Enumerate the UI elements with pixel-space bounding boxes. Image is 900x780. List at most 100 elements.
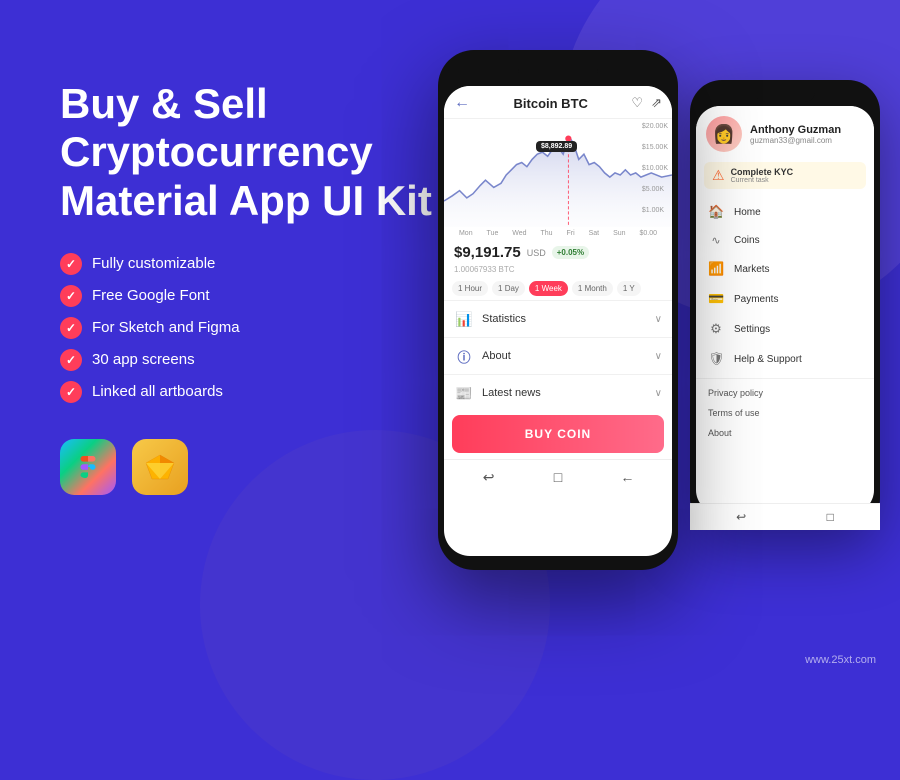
nav-back[interactable]: ↩ — [478, 466, 500, 488]
user-email: guzman33@gmail.com — [750, 136, 841, 145]
phone-notch — [518, 62, 598, 82]
app-title: Bitcoin BTC — [514, 96, 588, 111]
tab-1day[interactable]: 1 Day — [492, 281, 525, 296]
phone-screen-secondary: 👩 Anthony Guzman guzman33@gmail.com ⚠ Co… — [696, 106, 874, 514]
y-label-4: $5.00K — [642, 186, 668, 193]
check-icon-1: ✓ — [60, 285, 82, 307]
markets-icon: 📶 — [708, 261, 724, 277]
terms-link[interactable]: Terms of use — [696, 403, 874, 423]
coins-label: Coins — [734, 235, 760, 246]
statistics-label: Statistics — [482, 313, 526, 325]
kyc-title: Complete KYC — [731, 167, 794, 177]
feature-item-2: ✓For Sketch and Figma — [60, 317, 440, 339]
news-icon: 📰 — [454, 383, 474, 403]
feature-label-0: Fully customizable — [92, 255, 215, 272]
y-label-2: $15.00K — [642, 144, 668, 151]
chart-y-labels: $20.00K $15.00K $10.00K $5.00K $1.00K — [642, 123, 668, 214]
tab-1year[interactable]: 1 Y — [617, 281, 641, 296]
chart-x-labels: Mon Tue Wed Thu Fri Sat Sun $0.00 — [444, 229, 672, 238]
sec-nav-home[interactable]: □ — [827, 510, 834, 514]
price-unit: USD — [527, 248, 546, 258]
secondary-phone-nav: ↩ □ — [696, 503, 874, 514]
x-tue: Tue — [487, 230, 499, 237]
payments-label: Payments — [734, 294, 778, 305]
tool-icons — [60, 439, 440, 495]
price-amount: $9,191.75 — [454, 244, 521, 261]
price-change: +0.05% — [552, 246, 589, 259]
help-label: Help & Support — [734, 354, 802, 365]
news-label: Latest news — [482, 387, 541, 399]
nav-home[interactable]: □ — [547, 466, 569, 488]
statistics-icon: 📊 — [454, 309, 474, 329]
accordion-about[interactable]: ⓘ About ∨ — [444, 337, 672, 374]
check-icon-4: ✓ — [60, 381, 82, 403]
feature-label-4: Linked all artboards — [92, 383, 223, 400]
feature-item-3: ✓ 30 app screens — [60, 349, 440, 371]
feature-label-3: 30 app screens — [92, 351, 195, 368]
phone-screen: ← Bitcoin BTC ♡ ⇗ $20.00K $15.00K $10.00… — [444, 86, 672, 556]
sec-nav-back[interactable]: ↩ — [736, 510, 746, 514]
figma-icon-box — [60, 439, 116, 495]
help-icon: 🛡 — [708, 351, 724, 367]
share-icon[interactable]: ⇗ — [651, 95, 662, 111]
nav-divider — [696, 378, 874, 379]
check-icon-0: ✓ — [60, 253, 82, 275]
watermark: www.25xt.com — [805, 654, 876, 666]
kyc-banner[interactable]: ⚠ Complete KYC Current task — [704, 162, 866, 189]
sketch-icon-box — [132, 439, 188, 495]
menu-help[interactable]: 🛡 Help & Support — [696, 344, 874, 374]
nav-recent[interactable]: ← — [616, 466, 638, 488]
settings-icon: ⚙ — [708, 321, 724, 337]
coins-icon: ∿ — [708, 234, 724, 247]
news-arrow: ∨ — [655, 388, 662, 399]
x-thu: Thu — [541, 230, 553, 237]
menu-settings[interactable]: ⚙ Settings — [696, 314, 874, 344]
y-label-5: $1.00K — [642, 207, 668, 214]
chart-svg — [444, 123, 672, 227]
tab-1hour[interactable]: 1 Hour — [452, 281, 488, 296]
tab-1month[interactable]: 1 Month — [572, 281, 613, 296]
user-name: Anthony Guzman — [750, 124, 841, 136]
accordion-statistics[interactable]: 📊 Statistics ∨ — [444, 300, 672, 337]
user-top: 👩 Anthony Guzman guzman33@gmail.com — [696, 106, 874, 158]
kyc-subtitle: Current task — [731, 177, 794, 184]
home-label: Home — [734, 207, 761, 218]
about-icon: ⓘ — [454, 346, 474, 366]
heart-icon[interactable]: ♡ — [631, 95, 643, 111]
menu-payments[interactable]: 💳 Payments — [696, 284, 874, 314]
time-tabs: 1 Hour 1 Day 1 Week 1 Month 1 Y — [444, 278, 672, 300]
buy-coin-button[interactable]: BUY COIN — [452, 415, 664, 453]
user-info: Anthony Guzman guzman33@gmail.com — [750, 124, 841, 145]
accordion-news[interactable]: 📰 Latest news ∨ — [444, 374, 672, 411]
menu-home[interactable]: 🏠 Home — [696, 197, 874, 227]
about-link[interactable]: About — [696, 423, 874, 443]
x-fri: Fri — [567, 230, 575, 237]
privacy-link[interactable]: Privacy policy — [696, 383, 874, 403]
price-btc: 1.00067933 BTC — [444, 265, 672, 278]
left-panel: Buy & Sell Cryptocurrency Material App U… — [60, 80, 440, 495]
x-sun: Sun — [613, 230, 625, 237]
app-header: ← Bitcoin BTC ♡ ⇗ — [444, 86, 672, 119]
back-button[interactable]: ← — [454, 94, 470, 112]
kyc-warning-icon: ⚠ — [712, 167, 725, 184]
tab-1week[interactable]: 1 Week — [529, 281, 568, 296]
about-label: About — [482, 350, 511, 362]
kyc-info: Complete KYC Current task — [731, 167, 794, 184]
payments-icon: 💳 — [708, 291, 724, 307]
feature-item-0: ✓ Fully customizable — [60, 253, 440, 275]
phone-main: ← Bitcoin BTC ♡ ⇗ $20.00K $15.00K $10.00… — [438, 50, 678, 570]
features-list: ✓Fully customizable✓Free Google Font✓For… — [60, 253, 440, 403]
chart-tooltip: $8,892.89 — [536, 141, 577, 152]
chart-area: $20.00K $15.00K $10.00K $5.00K $1.00K — [444, 119, 672, 229]
check-icon-3: ✓ — [60, 349, 82, 371]
phone-nav: ↩ □ ← — [444, 459, 672, 492]
markets-label: Markets — [734, 264, 770, 275]
menu-markets[interactable]: 📶 Markets — [696, 254, 874, 284]
phones-container: ← Bitcoin BTC ♡ ⇗ $20.00K $15.00K $10.00… — [438, 50, 880, 570]
menu-coins[interactable]: ∿ Coins — [696, 227, 874, 254]
phone-secondary: 👩 Anthony Guzman guzman33@gmail.com ⚠ Co… — [690, 80, 880, 530]
check-icon-2: ✓ — [60, 317, 82, 339]
main-title: Buy & Sell Cryptocurrency Material App U… — [60, 80, 440, 225]
x-mon: Mon — [459, 230, 473, 237]
settings-label: Settings — [734, 324, 770, 335]
